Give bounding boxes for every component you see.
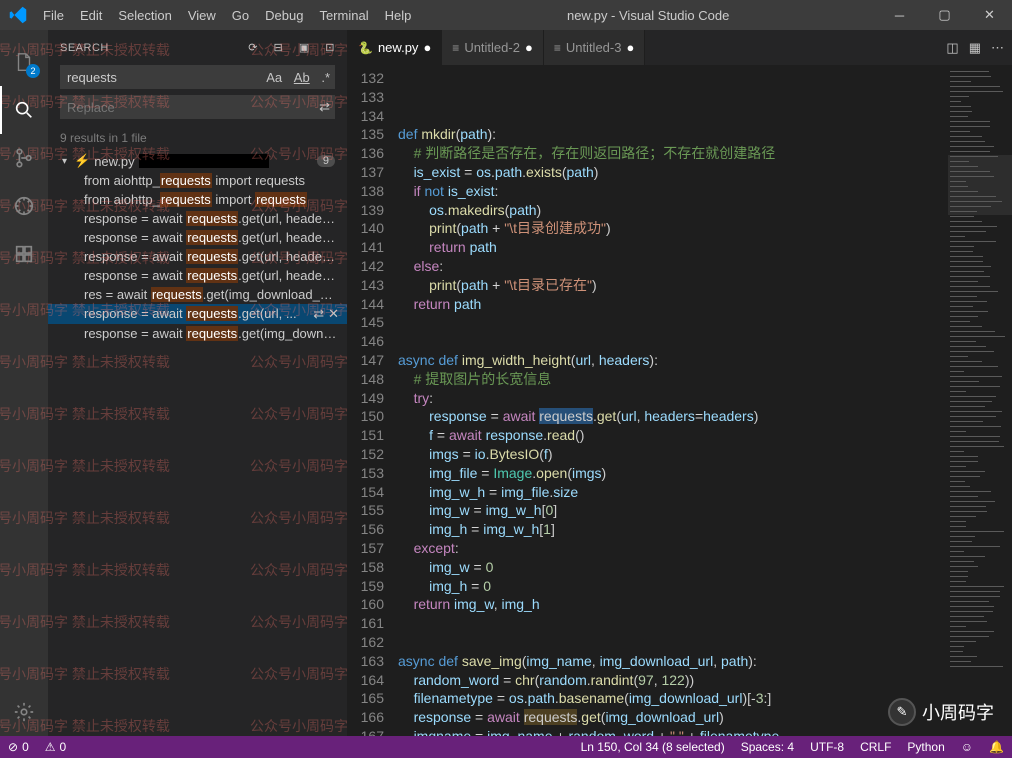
ab-debug[interactable] — [0, 182, 48, 230]
menu-help[interactable]: Help — [377, 8, 420, 23]
close-button[interactable]: ✕ — [967, 0, 1012, 30]
redacted-path — [139, 154, 269, 168]
menu-terminal[interactable]: Terminal — [311, 8, 376, 23]
code-content[interactable]: def mkdir(path): # 判断路径是否存在，存在则返回路径；不存在就… — [398, 65, 947, 736]
search-result-line[interactable]: res = await requests.get(img_download_ur… — [48, 285, 347, 304]
replace-input[interactable] — [61, 100, 315, 115]
file-name: new.py — [94, 154, 134, 169]
tab-untitled-3[interactable]: ≡ Untitled-3 ● — [544, 30, 646, 65]
match-word[interactable]: Ab — [290, 70, 314, 85]
search-result-line[interactable]: response = await requests.get(url, ...⇄✕ — [48, 304, 347, 324]
maximize-button[interactable]: ▢ — [922, 0, 967, 30]
search-result-line[interactable]: response = await requests.get(url, heade… — [48, 209, 347, 228]
files-badge: 2 — [26, 64, 40, 78]
search-result-line[interactable]: from aiohttp_requests import requests — [48, 190, 347, 209]
search-result-line[interactable]: response = await requests.get(url, heade… — [48, 266, 347, 285]
menu-bar[interactable]: FileEditSelectionViewGoDebugTerminalHelp — [35, 8, 419, 23]
ab-extensions[interactable] — [0, 230, 48, 278]
ab-search[interactable] — [0, 86, 48, 134]
search-result-line[interactable]: response = await requests.get(url, heade… — [48, 228, 347, 247]
tab-new-py[interactable]: 🐍 new.py ● — [348, 30, 442, 65]
indentation[interactable]: Spaces: 4 — [733, 740, 802, 754]
menu-edit[interactable]: Edit — [72, 8, 110, 23]
regex[interactable]: .* — [317, 70, 334, 85]
new-search-icon[interactable]: ▣ — [299, 42, 310, 54]
results-count: 9 results in 1 file — [48, 125, 347, 151]
window-controls: ─ ▢ ✕ — [877, 0, 1012, 30]
menu-go[interactable]: Go — [224, 8, 257, 23]
ab-files[interactable]: 2 — [0, 38, 48, 86]
tab-label: new.py — [378, 40, 418, 55]
ab-settings[interactable] — [0, 688, 48, 736]
dirty-indicator: ● — [525, 40, 533, 55]
titlebar: FileEditSelectionViewGoDebugTerminalHelp… — [0, 0, 1012, 30]
errors[interactable]: ⊘0 — [0, 740, 37, 754]
collapse-icon[interactable]: ⊡ — [325, 42, 335, 54]
python-icon: 🐍 — [358, 41, 373, 55]
window-title: new.py - Visual Studio Code — [419, 8, 877, 23]
eol[interactable]: CRLF — [852, 740, 899, 754]
notifications-icon[interactable]: 🔔 — [981, 740, 1012, 754]
warnings[interactable]: ⚠0 — [37, 740, 74, 754]
file-icon: ≡ — [554, 41, 561, 55]
layout-icon[interactable]: ▦ — [969, 40, 981, 56]
replace-all-icon[interactable]: ⇄ — [315, 99, 334, 114]
split-editor-icon[interactable]: ◫ — [946, 40, 958, 56]
watermark-logo: ✎小周码字 — [888, 698, 994, 726]
search-result-line[interactable]: from aiohttp_requests import requests — [48, 171, 347, 190]
sidebar: SEARCH ⟳ ⊟ ▣ ⊡ Aa Ab .* ⇄ 9 resul — [48, 30, 348, 736]
refresh-icon[interactable]: ⟳ — [248, 42, 258, 54]
menu-debug[interactable]: Debug — [257, 8, 311, 23]
match-case[interactable]: Aa — [262, 70, 286, 85]
replace-field[interactable]: ⇄ — [60, 95, 335, 119]
search-results: ▾ ⚡ new.py 9 from aiohttp_requests impor… — [48, 151, 347, 736]
file-icon: ≡ — [452, 41, 459, 55]
activity-bar: 2 — [0, 30, 48, 736]
tab-label: Untitled-2 — [464, 40, 520, 55]
chevron-down-icon: ▾ — [62, 156, 74, 167]
replace-icon[interactable]: ⇄ — [313, 306, 324, 321]
ab-scm[interactable] — [0, 134, 48, 182]
menu-selection[interactable]: Selection — [110, 8, 179, 23]
sidebar-title: SEARCH — [60, 42, 236, 54]
feedback-icon[interactable]: ☺ — [953, 740, 981, 754]
editor[interactable]: 1321331341351361371381391401411421431441… — [348, 65, 1012, 736]
menu-view[interactable]: View — [180, 8, 224, 23]
editor-group: 🐍 new.py ● ≡ Untitled-2 ● ≡ Untitled-3 ● ◫ ▦ ⋯ 1… — [348, 30, 1012, 736]
dirty-indicator: ● — [423, 40, 431, 55]
search-field[interactable]: Aa Ab .* — [60, 65, 335, 89]
dirty-indicator: ● — [626, 40, 634, 55]
search-input[interactable] — [61, 70, 262, 85]
clear-icon[interactable]: ⊟ — [274, 42, 284, 54]
language-mode[interactable]: Python — [899, 740, 952, 754]
search-result-line[interactable]: response = await requests.get(url, heade… — [48, 247, 347, 266]
match-count: 9 — [317, 155, 335, 167]
minimap[interactable] — [947, 65, 1012, 736]
python-icon: ⚡ — [74, 153, 90, 169]
line-gutter: 1321331341351361371381391401411421431441… — [348, 65, 398, 736]
tab-label: Untitled-3 — [566, 40, 622, 55]
encoding[interactable]: UTF-8 — [802, 740, 852, 754]
tab-untitled-2[interactable]: ≡ Untitled-2 ● — [442, 30, 544, 65]
cursor-position[interactable]: Ln 150, Col 34 (8 selected) — [573, 740, 733, 754]
vscode-icon — [0, 4, 35, 26]
more-icon[interactable]: ⋯ — [991, 40, 1004, 56]
minimize-button[interactable]: ─ — [877, 0, 922, 30]
dismiss-icon[interactable]: ✕ — [328, 306, 339, 321]
status-bar: ⊘0 ⚠0 Ln 150, Col 34 (8 selected) Spaces… — [0, 736, 1012, 758]
result-file[interactable]: ▾ ⚡ new.py 9 — [48, 151, 347, 171]
editor-tabs: 🐍 new.py ● ≡ Untitled-2 ● ≡ Untitled-3 ● ◫ ▦ ⋯ — [348, 30, 1012, 65]
menu-file[interactable]: File — [35, 8, 72, 23]
search-result-line[interactable]: response = await requests.get(img_downlo… — [48, 324, 347, 343]
